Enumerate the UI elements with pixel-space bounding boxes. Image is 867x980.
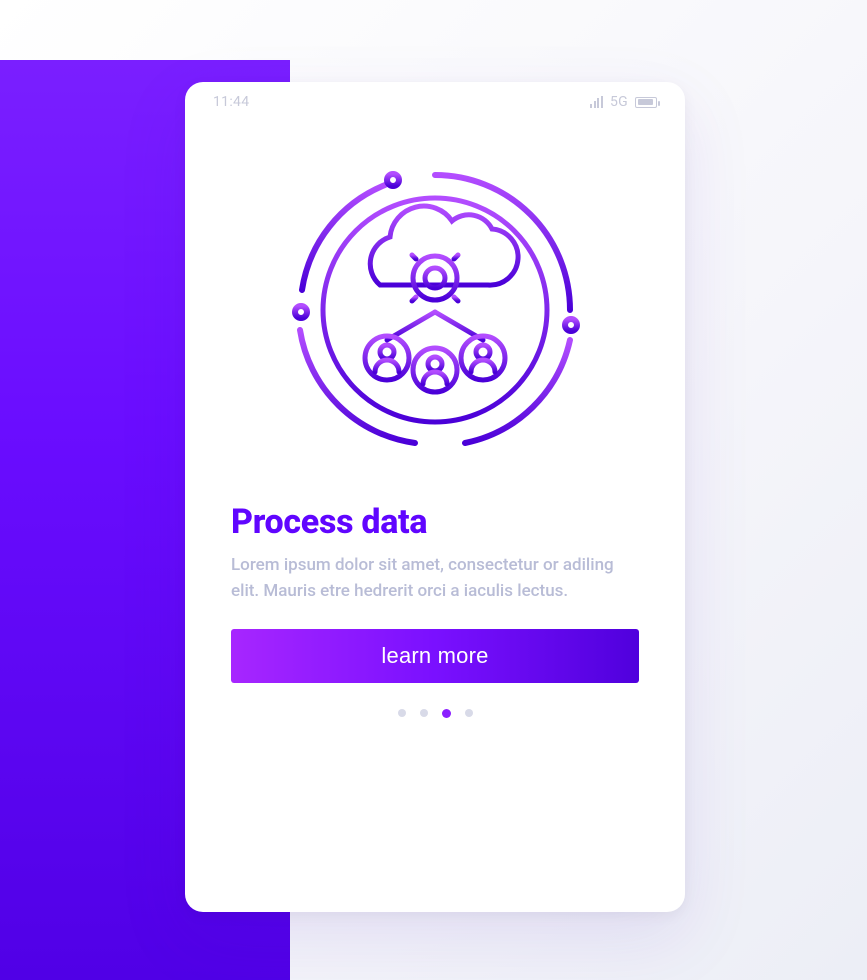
page-dot-4[interactable] [465,709,473,717]
phone-frame: 11:44 5G [185,82,685,912]
status-bar: 11:44 5G [185,82,685,122]
cloud-process-users-icon [265,140,605,480]
body-text: Lorem ipsum dolor sit amet, consectetur … [231,552,639,605]
hero-illustration [185,122,685,480]
cta-row: learn more [185,605,685,683]
page-title: Process data [231,502,639,542]
content-block: Process data Lorem ipsum dolor sit amet,… [185,480,685,605]
stage: 11:44 5G [0,0,867,980]
pagination-dots [185,683,685,744]
status-time: 11:44 [213,94,249,110]
page-dot-2[interactable] [420,709,428,717]
signal-icon [590,96,603,108]
page-dot-3[interactable] [442,709,451,718]
network-label: 5G [610,94,628,110]
page-dot-1[interactable] [398,709,406,717]
learn-more-button[interactable]: learn more [231,629,639,683]
status-right: 5G [590,94,657,110]
battery-icon [635,97,657,108]
